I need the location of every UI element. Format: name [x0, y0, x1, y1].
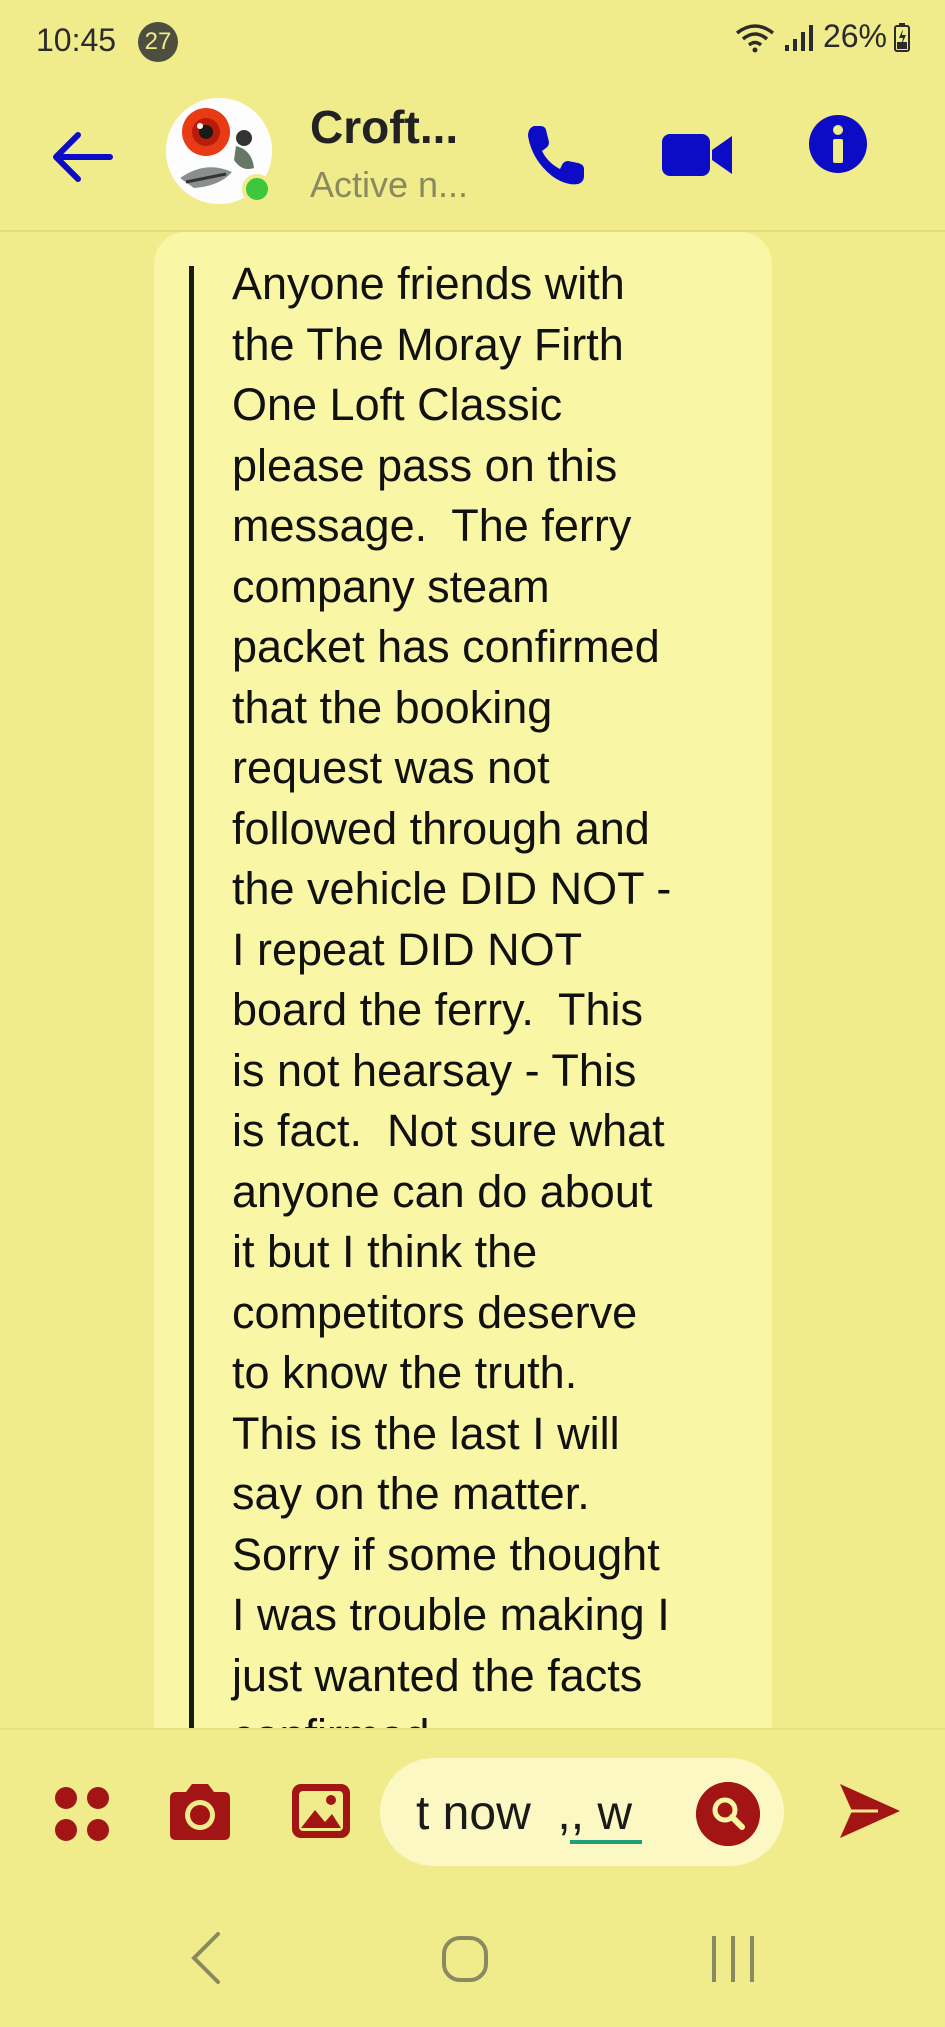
nav-back-icon[interactable]	[186, 1930, 226, 1986]
nav-recents-icon[interactable]	[708, 1934, 758, 1984]
message-list[interactable]: Anyone friends with the The Moray Firth …	[0, 232, 945, 1728]
message-input-text[interactable]: t now ,, w	[416, 1786, 632, 1841]
apps-button[interactable]	[52, 1784, 112, 1844]
message-composer: t now ,, w	[0, 1728, 945, 1892]
voice-call-button[interactable]	[524, 118, 588, 192]
contact-active-status: Active n...	[310, 164, 469, 205]
signal-icon	[784, 24, 813, 51]
nav-home-icon[interactable]	[440, 1934, 490, 1984]
video-call-button[interactable]	[660, 124, 736, 186]
wifi-icon	[735, 23, 775, 52]
contact-name[interactable]: Croft...	[310, 100, 458, 154]
search-button[interactable]	[696, 1782, 760, 1846]
status-bar: 10:45 27 26%	[0, 0, 945, 84]
gallery-button[interactable]	[290, 1780, 352, 1842]
battery-percent: 26%	[822, 18, 887, 54]
status-icons: 26%	[733, 18, 911, 55]
notification-count-badge: 27	[138, 22, 178, 62]
message-text: Anyone friends with the The Moray Firth …	[232, 258, 672, 1728]
back-button[interactable]	[48, 122, 118, 192]
autocorrect-underline	[570, 1840, 642, 1844]
send-button[interactable]	[838, 1780, 902, 1842]
message-input[interactable]: t now ,, w	[380, 1758, 784, 1866]
status-time: 10:45	[36, 22, 117, 58]
camera-button[interactable]	[166, 1782, 234, 1842]
online-indicator	[242, 174, 272, 204]
info-button[interactable]	[808, 114, 868, 174]
battery-charging-icon	[894, 22, 910, 52]
quote-bar	[189, 266, 194, 1728]
system-navigation-bar	[0, 1890, 945, 2027]
conversation-header: Croft... Active n...	[0, 84, 945, 232]
